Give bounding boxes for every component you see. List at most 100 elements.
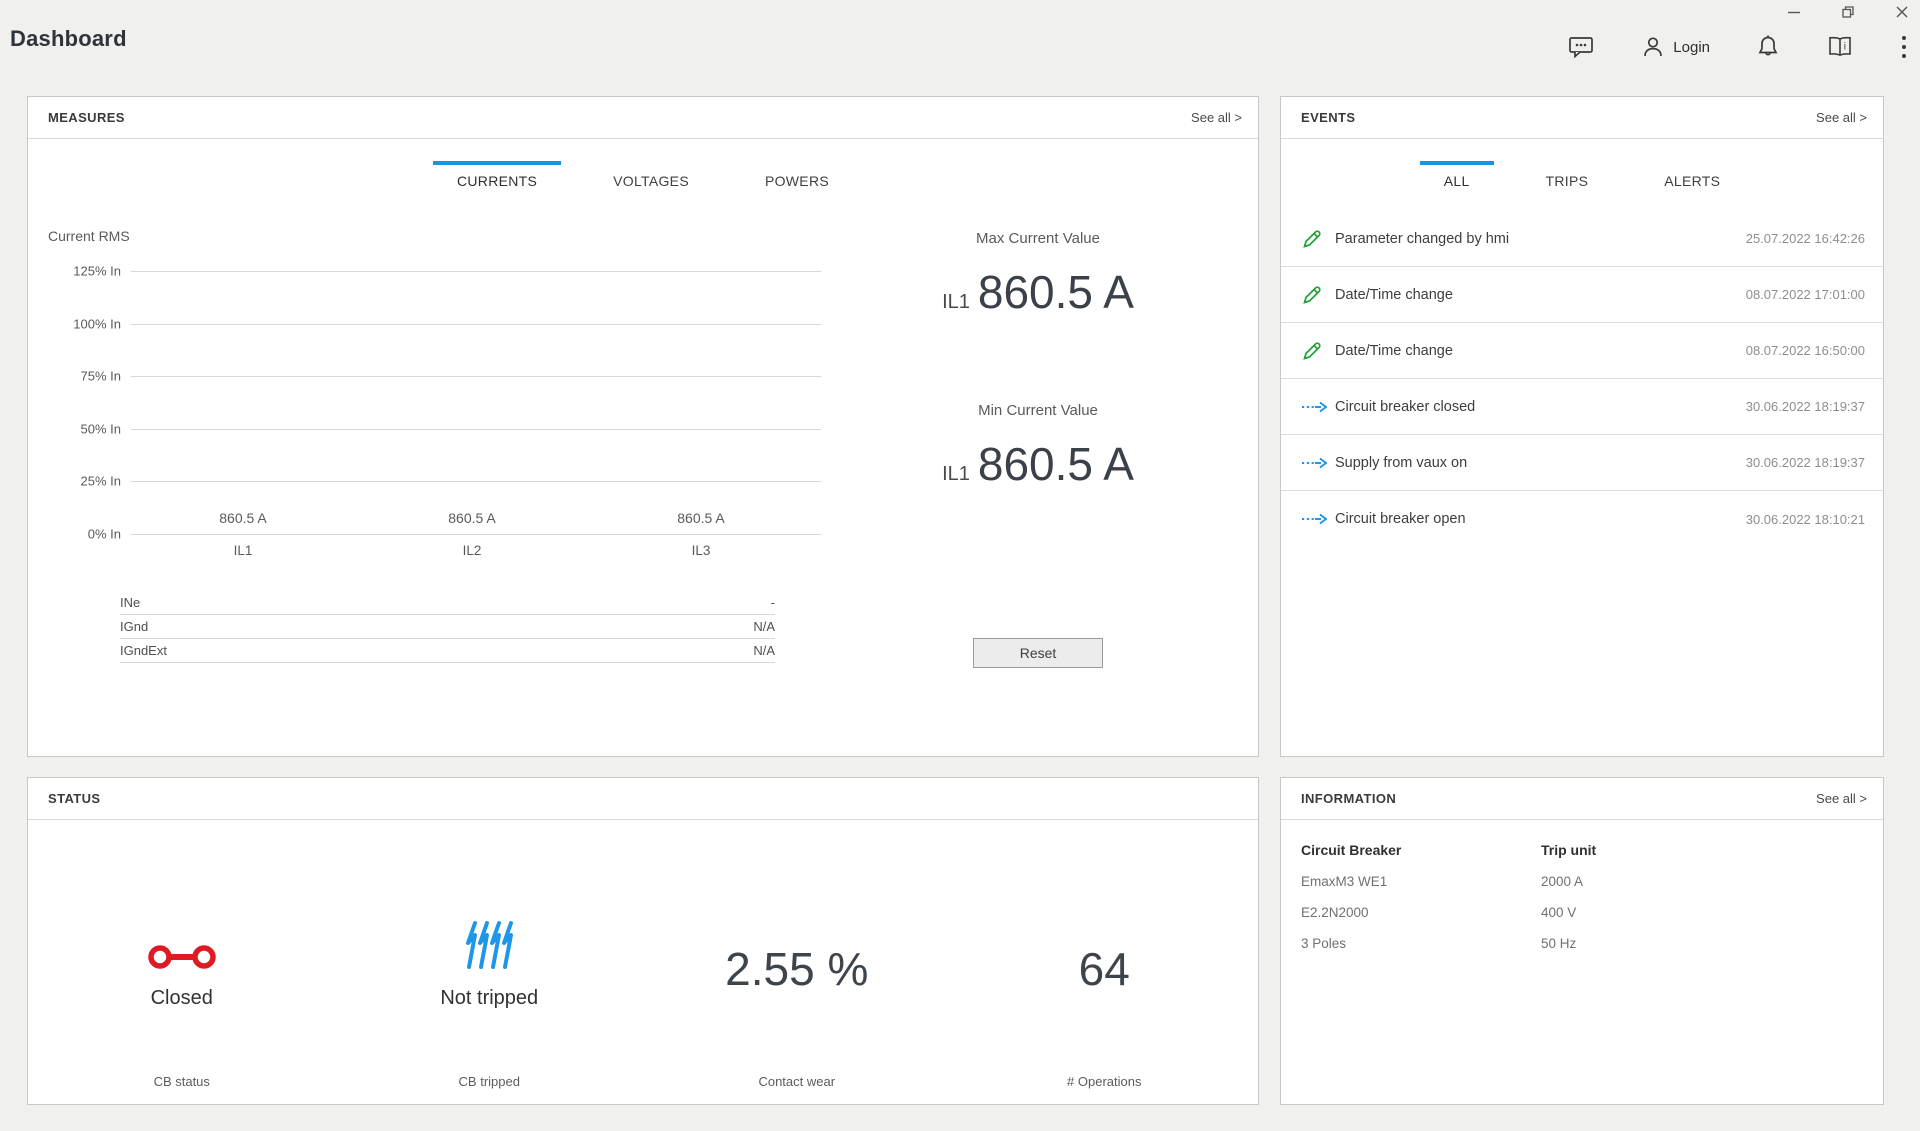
svg-text:i: i [1844, 42, 1846, 53]
status-columns: Closed CB status Not tripped C [28, 820, 1258, 1105]
pencil-icon [1301, 340, 1329, 362]
info-value: 50 Hz [1541, 936, 1596, 951]
minimize-icon[interactable] [1786, 4, 1802, 20]
event-list: Parameter changed by hmi 25.07.2022 16:4… [1281, 211, 1883, 547]
tab-trips[interactable]: TRIPS [1522, 161, 1613, 193]
event-row[interactable]: Circuit breaker closed 30.06.2022 18:19:… [1281, 379, 1883, 435]
bar-category-label: IL2 [438, 543, 506, 558]
user-icon [1641, 35, 1665, 59]
events-tabs: ALL TRIPS ALERTS [1281, 161, 1883, 193]
measures-panel: MEASURES See all > CURRENTS VOLTAGES POW… [27, 96, 1259, 757]
info-value: 400 V [1541, 905, 1596, 920]
y-tick: 75% In [39, 369, 121, 384]
information-header: INFORMATION See all > [1281, 778, 1883, 820]
status-panel: STATUS Closed CB status [27, 777, 1259, 1105]
gridline [131, 376, 821, 377]
row-label: IGnd [120, 619, 148, 634]
manual-book-icon[interactable]: i [1826, 35, 1854, 59]
cb-tripped-caption: CB tripped [336, 1074, 644, 1089]
contact-wear-caption: Contact wear [643, 1074, 951, 1089]
info-value: E2.2N2000 [1301, 905, 1401, 920]
pencil-icon [1301, 284, 1329, 306]
information-see-all-link[interactable]: See all > [1816, 791, 1867, 806]
y-tick: 100% In [39, 316, 121, 331]
y-tick: 25% In [39, 474, 121, 489]
y-tick: 125% In [39, 264, 121, 279]
page-title: Dashboard [10, 26, 127, 52]
dashed-arrow-icon [1301, 456, 1329, 470]
events-see-all-link[interactable]: See all > [1816, 110, 1867, 125]
min-current-title: Min Current Value [818, 402, 1258, 419]
chat-icon[interactable] [1568, 35, 1595, 59]
max-phase: IL1 [942, 291, 970, 313]
close-icon[interactable] [1894, 4, 1910, 20]
min-current-value: IL1 860.5 A [818, 437, 1258, 491]
gridline [131, 481, 821, 482]
table-row: IGndExt N/A [120, 639, 775, 663]
window-controls [1786, 4, 1910, 20]
information-panel: INFORMATION See all > Circuit Breaker Em… [1280, 777, 1884, 1105]
tab-currents[interactable]: CURRENTS [433, 161, 561, 193]
table-row: IGnd N/A [120, 615, 775, 639]
dashed-arrow-icon [1301, 512, 1329, 526]
bar-value-label: 860.5 A [418, 510, 526, 526]
row-value: N/A [753, 643, 775, 658]
restore-icon[interactable] [1840, 4, 1856, 20]
cb-trip-icon [461, 917, 517, 973]
ground-currents-table: INe - IGnd N/A IGndExt N/A [120, 591, 775, 663]
cb-closed-icon [148, 941, 216, 973]
gridline [131, 534, 821, 535]
table-row: INe - [120, 591, 775, 615]
status-header: STATUS [28, 778, 1258, 820]
pencil-icon [1301, 228, 1329, 250]
row-value: - [771, 595, 775, 610]
contact-wear-value: 2.55 % [725, 942, 868, 996]
bar-chart: 125% In 100% In 75% In 50% In 25% In 0% … [131, 271, 821, 534]
cb-tripped-state: Not tripped [440, 987, 538, 1010]
event-row[interactable]: Circuit breaker open 30.06.2022 18:10:21 [1281, 491, 1883, 547]
y-tick: 50% In [39, 421, 121, 436]
gridline [131, 324, 821, 325]
dashed-arrow-icon [1301, 400, 1329, 414]
events-panel: EVENTS See all > ALL TRIPS ALERTS [1280, 96, 1884, 757]
reset-button[interactable]: Reset [973, 638, 1103, 668]
event-row[interactable]: Parameter changed by hmi 25.07.2022 16:4… [1281, 211, 1883, 267]
notifications-bell-icon[interactable] [1756, 34, 1780, 60]
tab-all[interactable]: ALL [1420, 161, 1494, 193]
min-phase: IL1 [942, 463, 970, 485]
operations-caption: # Operations [951, 1074, 1259, 1089]
login-button[interactable]: Login [1641, 35, 1710, 59]
event-row[interactable]: Date/Time change 08.07.2022 16:50:00 [1281, 323, 1883, 379]
event-row[interactable]: Date/Time change 08.07.2022 17:01:00 [1281, 267, 1883, 323]
measures-header: MEASURES See all > [28, 97, 1258, 139]
tab-alerts[interactable]: ALERTS [1640, 161, 1744, 193]
circuit-breaker-column: Circuit Breaker EmaxM3 WE1 E2.2N2000 3 P… [1301, 820, 1401, 951]
event-row[interactable]: Supply from vaux on 30.06.2022 18:19:37 [1281, 435, 1883, 491]
status-col-contact-wear: 2.55 % Contact wear [643, 820, 951, 1105]
events-header: EVENTS See all > [1281, 97, 1883, 139]
bar-category-label: IL1 [209, 543, 277, 558]
tab-voltages[interactable]: VOLTAGES [589, 161, 713, 193]
row-value: N/A [753, 619, 775, 634]
kebab-menu-icon[interactable] [1900, 34, 1908, 60]
login-label: Login [1673, 39, 1710, 56]
main-grid: MEASURES See all > CURRENTS VOLTAGES POW… [27, 96, 1884, 1105]
status-col-cb-status: Closed CB status [28, 820, 336, 1105]
chart-title: Current RMS [48, 228, 130, 244]
max-value: 860.5 A [978, 266, 1134, 318]
cb-status-state: Closed [151, 987, 213, 1010]
max-current-value: IL1 860.5 A [818, 265, 1258, 319]
operations-value: 64 [1079, 942, 1130, 996]
gridline [131, 429, 821, 430]
min-value: 860.5 A [978, 438, 1134, 490]
measures-see-all-link[interactable]: See all > [1191, 110, 1242, 125]
measures-title: MEASURES [48, 110, 125, 125]
gridline [131, 271, 821, 272]
info-value: 2000 A [1541, 874, 1596, 889]
bar-category-label: IL3 [667, 543, 735, 558]
column-header: Trip unit [1541, 842, 1596, 858]
status-title: STATUS [48, 791, 100, 806]
tab-powers[interactable]: POWERS [741, 161, 853, 193]
information-title: INFORMATION [1301, 791, 1396, 806]
info-value: 3 Poles [1301, 936, 1401, 951]
